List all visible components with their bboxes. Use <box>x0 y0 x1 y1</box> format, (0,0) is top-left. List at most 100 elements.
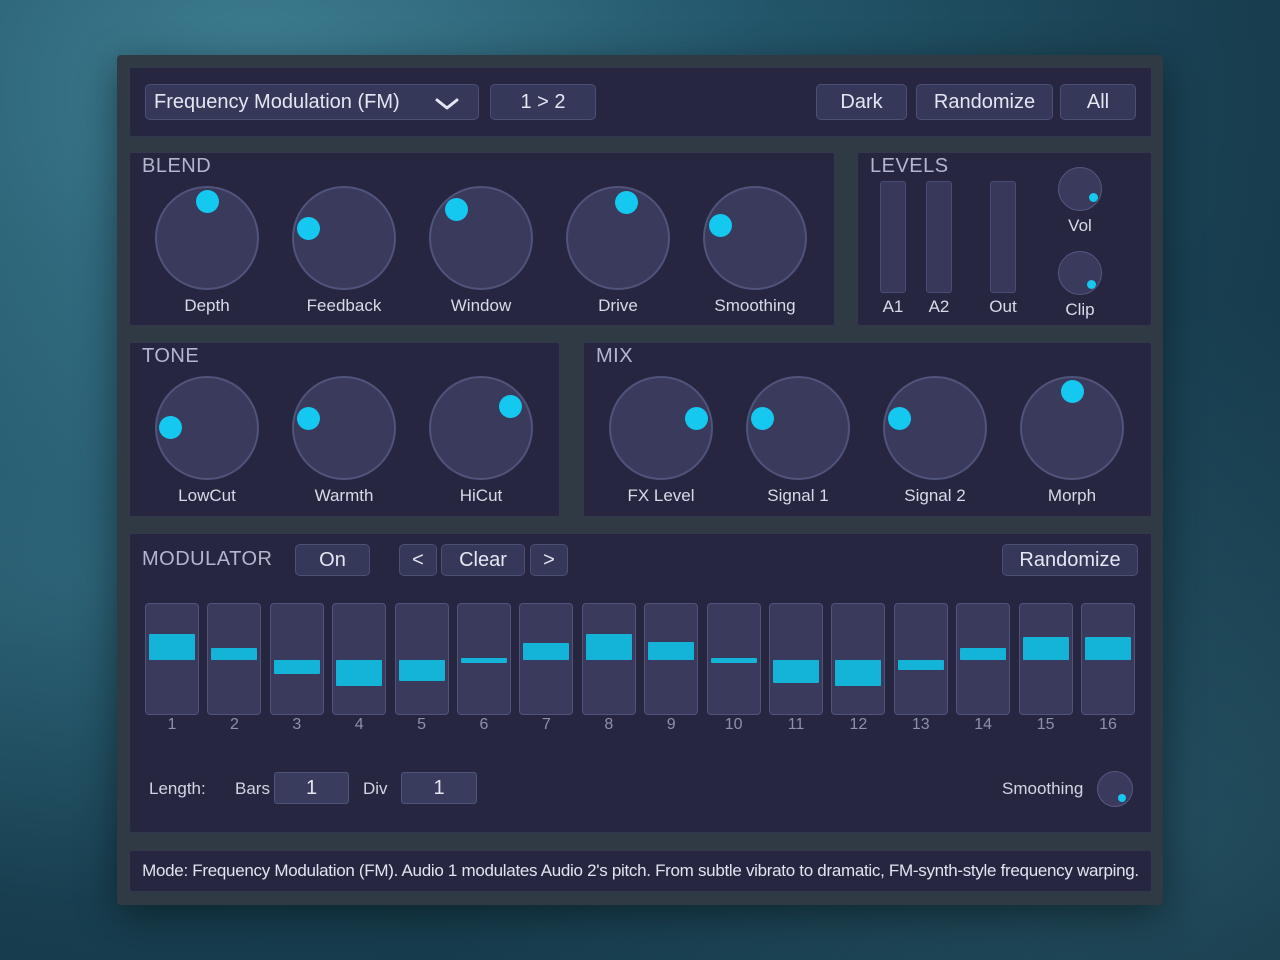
step-10[interactable] <box>706 603 761 715</box>
step-7-value <box>523 643 570 660</box>
step-4-number: 4 <box>354 716 364 733</box>
bars-label: Bars <box>235 779 270 798</box>
meter-out <box>990 181 1016 293</box>
clear-button[interactable]: Clear <box>441 544 525 576</box>
step-3-number: 3 <box>292 716 302 733</box>
chevron-down-icon <box>435 98 459 110</box>
mode-select-label: Frequency Modulation (FM) <box>154 90 400 113</box>
smoothing-knob[interactable] <box>703 186 807 290</box>
step-15[interactable] <box>1018 603 1073 715</box>
mod-smoothing-indicator <box>1118 794 1126 802</box>
signal-2-label: Signal 2 <box>904 486 966 505</box>
feedback-knob-indicator <box>296 217 320 241</box>
signal-1-label: Signal 1 <box>767 486 829 505</box>
signal-2-knob-indicator <box>887 407 911 431</box>
modulator-randomize-button[interactable]: Randomize <box>1002 544 1138 576</box>
step-8-number: 8 <box>604 716 614 733</box>
vol-label: Vol <box>1068 216 1092 235</box>
step-15-value <box>1022 636 1069 660</box>
lowcut-knob[interactable] <box>155 376 259 480</box>
bars-field[interactable]: 1 <box>274 772 349 804</box>
step-12-number: 12 <box>849 716 868 733</box>
step-9[interactable] <box>644 603 699 715</box>
step-12-value <box>835 660 882 686</box>
step-11[interactable] <box>769 603 823 715</box>
randomize-all-button[interactable]: Randomize <box>916 84 1053 120</box>
meter-out-label: Out <box>989 297 1017 316</box>
lowcut-label: LowCut <box>178 486 236 505</box>
modulator-on-button[interactable]: On <box>295 544 370 576</box>
step-6[interactable] <box>457 603 511 715</box>
mod-smoothing-label: Smoothing <box>1002 779 1084 798</box>
routing-button[interactable]: 1 > 2 <box>490 84 596 120</box>
step-16[interactable] <box>1081 603 1135 715</box>
step-2[interactable] <box>207 603 262 715</box>
step-14-value <box>960 648 1007 660</box>
step-3[interactable] <box>269 603 324 715</box>
meter-a2 <box>926 181 952 293</box>
step-13-value <box>897 660 944 671</box>
div-field[interactable]: 1 <box>401 772 477 804</box>
levels-title: LEVELS <box>870 155 949 177</box>
morph-knob-indicator <box>1060 379 1084 403</box>
smoothing-knob-indicator <box>708 213 732 237</box>
meter-a2-label: A2 <box>928 297 950 316</box>
vol-knob-indicator <box>1089 193 1098 202</box>
warmth-label: Warmth <box>314 486 374 505</box>
step-1-value <box>149 634 195 660</box>
step-2-number: 2 <box>229 716 239 733</box>
clip-label: Clip <box>1065 300 1095 319</box>
fx-level-label: FX Level <box>627 486 695 505</box>
step-2-value <box>211 648 258 660</box>
warmth-knob-indicator <box>296 407 320 431</box>
next-pattern-button[interactable]: > <box>530 544 568 576</box>
prev-pattern-button[interactable]: < <box>399 544 437 576</box>
mod-smoothing-knob[interactable] <box>1097 771 1133 807</box>
step-1[interactable] <box>145 603 199 715</box>
step-7[interactable] <box>519 603 574 715</box>
hicut-knob[interactable] <box>429 376 533 480</box>
hicut-label: HiCut <box>459 486 503 505</box>
warmth-knob[interactable] <box>292 376 396 480</box>
step-16-value <box>1085 636 1131 660</box>
step-11-number: 11 <box>787 716 805 733</box>
signal-1-knob[interactable] <box>746 376 850 480</box>
fx-level-knob-indicator <box>685 407 709 431</box>
modulator-title: MODULATOR <box>142 548 273 570</box>
window-label: Window <box>450 296 512 315</box>
step-8[interactable] <box>581 603 636 715</box>
step-5[interactable] <box>394 603 449 715</box>
step-6-number: 6 <box>479 716 489 733</box>
signal-2-knob[interactable] <box>883 376 987 480</box>
fx-level-knob[interactable] <box>609 376 713 480</box>
step-12[interactable] <box>831 603 886 715</box>
blend-title: BLEND <box>142 155 212 177</box>
theme-button[interactable]: Dark <box>816 84 907 120</box>
length-label: Length: <box>149 779 206 798</box>
depth-knob[interactable] <box>155 186 259 290</box>
feedback-knob[interactable] <box>292 186 396 290</box>
depth-knob-indicator <box>195 189 219 213</box>
step-4[interactable] <box>332 603 387 715</box>
step-3-value <box>273 660 320 675</box>
tone-title: TONE <box>142 345 200 367</box>
mix-title: MIX <box>596 345 634 367</box>
div-label: Div <box>363 779 388 798</box>
step-4-value <box>336 660 383 686</box>
step-5-number: 5 <box>417 716 427 733</box>
step-14[interactable] <box>956 603 1011 715</box>
feedback-label: Feedback <box>306 296 382 315</box>
mode-select[interactable]: Frequency Modulation (FM) <box>145 84 479 120</box>
window-knob[interactable] <box>429 186 533 290</box>
morph-knob[interactable] <box>1020 376 1124 480</box>
step-10-number: 10 <box>724 716 743 733</box>
step-8-value <box>585 634 632 660</box>
drive-knob[interactable] <box>566 186 670 290</box>
clip-knob[interactable] <box>1058 251 1102 295</box>
meter-a1 <box>880 181 906 293</box>
step-5-value <box>398 660 445 682</box>
all-button[interactable]: All <box>1060 84 1136 120</box>
step-13[interactable] <box>893 603 948 715</box>
status-text: Mode: Frequency Modulation (FM). Audio 1… <box>142 861 1139 880</box>
vol-knob[interactable] <box>1058 167 1102 211</box>
